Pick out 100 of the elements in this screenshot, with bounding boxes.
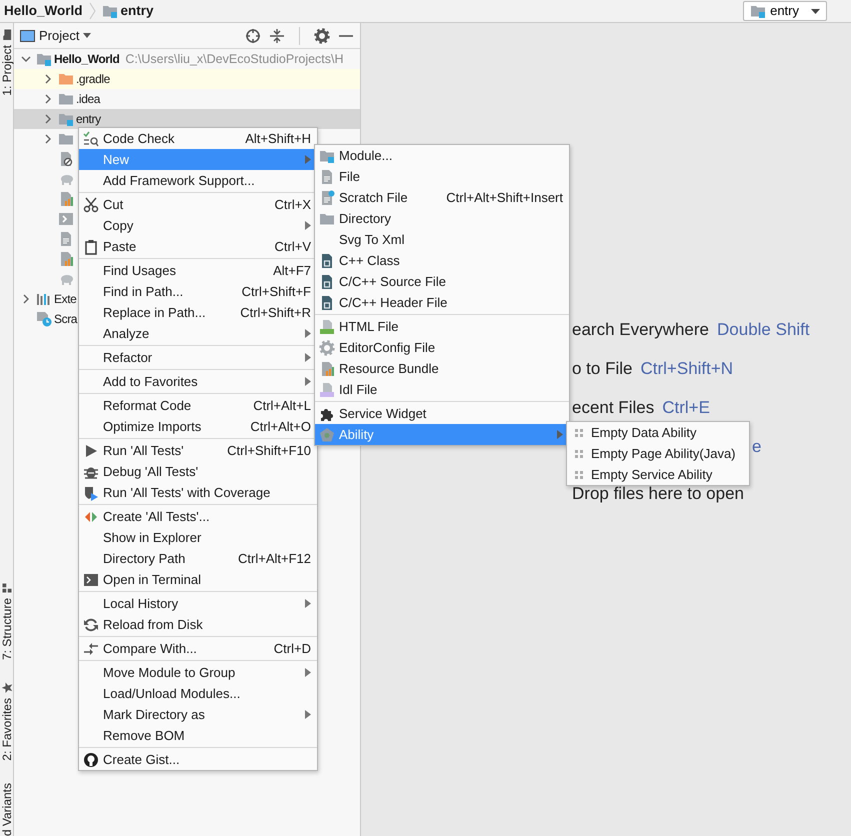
module-folder-icon: [102, 3, 118, 19]
menu-item[interactable]: EditorConfig File: [315, 337, 569, 358]
menu-item[interactable]: Debug 'All Tests': [79, 461, 317, 482]
menu-item[interactable]: Optimize Imports Ctrl+Alt+O: [79, 416, 317, 437]
gear-icon: [319, 340, 335, 356]
project-path: C:\Users\liu_x\DevEcoStudioProjects\H: [125, 50, 344, 68]
menu-item[interactable]: Paste Ctrl+V: [79, 236, 317, 257]
menu-item[interactable]: Scratch File Ctrl+Alt+Shift+Insert: [315, 187, 569, 208]
tree-row-highlight[interactable]: .gradle: [14, 69, 360, 89]
clipboard-icon: [83, 238, 99, 254]
play-icon: [83, 442, 99, 458]
tool-window-tab[interactable]: 1: Project: [0, 29, 16, 96]
bars-icon: [36, 291, 52, 307]
crosshair-icon[interactable]: [245, 28, 261, 44]
shortcut-hint: Double Shift: [717, 320, 810, 340]
menu-item[interactable]: Show in Explorer: [79, 527, 317, 548]
menu-item[interactable]: C/C++ Source File: [315, 271, 569, 292]
shortcut-hint: e: [752, 437, 762, 458]
menu-item[interactable]: Run 'All Tests' Ctrl+Shift+F10: [79, 440, 317, 461]
menu-item[interactable]: Idl File: [315, 379, 569, 400]
pentagon-icon: [319, 426, 335, 442]
shortcut-hint: Ctrl+E: [662, 398, 710, 418]
round-logo-icon: [83, 752, 99, 768]
chart-file-icon: [319, 360, 335, 376]
menu-item[interactable]: Analyze: [79, 323, 317, 344]
menu-item[interactable]: Reformat Code Ctrl+Alt+L: [79, 395, 317, 416]
clock-file-icon: [36, 311, 52, 327]
menu-item[interactable]: Open in Terminal: [79, 569, 317, 590]
idl-file-icon: [319, 382, 335, 398]
menu-item[interactable]: Empty Data Ability: [567, 422, 749, 443]
menu-item[interactable]: Module...: [315, 145, 569, 166]
menu-item[interactable]: Code Check Alt+Shift+H: [79, 128, 317, 149]
shortcut-text: Ctrl+Shift+F: [242, 282, 311, 301]
menu-item[interactable]: Empty Page Ability(Java): [567, 443, 749, 464]
menu-item[interactable]: Mark Directory as: [79, 704, 317, 725]
check-search-icon: [83, 130, 99, 146]
collapse-icon[interactable]: [269, 28, 285, 44]
tree-item-label[interactable]: .gradle: [76, 70, 110, 88]
hint-text: earch Everywhere: [572, 320, 710, 340]
menu-item[interactable]: Create 'All Tests'...: [79, 506, 317, 527]
menu-item[interactable]: Run 'All Tests' with Coverage: [79, 482, 317, 503]
file-icon: [319, 168, 335, 184]
menu-item[interactable]: File: [315, 166, 569, 187]
menu-item[interactable]: Directory: [315, 208, 569, 229]
menu-item[interactable]: HTML File: [315, 316, 569, 337]
module-folder-icon: [36, 51, 52, 67]
html-file-icon: [319, 318, 335, 334]
caret-icon: [83, 33, 92, 38]
menu-item[interactable]: C/C++ Header File: [315, 292, 569, 313]
menu-item[interactable]: Find in Path... Ctrl+Shift+F: [79, 281, 317, 302]
menu-item[interactable]: C++ Class: [315, 250, 569, 271]
module-folder-icon: [58, 111, 74, 127]
code-file-icon: [319, 294, 335, 310]
settings-icon[interactable]: [314, 28, 330, 44]
menu-item[interactable]: Refactor: [79, 347, 317, 368]
menu-item[interactable]: Svg To Xml: [315, 229, 569, 250]
hint-text: o to File: [572, 359, 632, 380]
menu-item[interactable]: Copy: [79, 215, 317, 236]
tree-item-label[interactable]: entry: [76, 110, 101, 128]
shortcut-text: Ctrl+D: [274, 640, 311, 658]
clock-file-icon: [319, 190, 335, 206]
menu-item[interactable]: Resource Bundle: [315, 358, 569, 379]
tool-window-tab[interactable]: 2: Favorites: [0, 682, 16, 761]
code-file-icon: [319, 274, 335, 290]
menu-item[interactable]: Service Widget: [315, 403, 569, 424]
tree-item-label[interactable]: Hello_World: [54, 50, 120, 68]
shortcut-text: Ctrl+Alt+Shift+Insert: [446, 188, 563, 207]
breadcrumb-link[interactable]: Hello_World: [4, 0, 83, 22]
menu-item[interactable]: Find Usages Alt+F7: [79, 260, 317, 281]
run-config-dropdown[interactable]: entry: [743, 1, 827, 21]
folder-icon: [58, 71, 74, 87]
reload-icon: [83, 616, 99, 632]
shortcut-text: Ctrl+Alt+F12: [238, 550, 311, 568]
menu-item[interactable]: Replace in Path... Ctrl+Shift+R: [79, 302, 317, 323]
menu-item[interactable]: Load/Unload Modules...: [79, 683, 317, 704]
tool-window-tab[interactable]: 7: Structure: [0, 582, 16, 660]
breadcrumb-link[interactable]: entry: [120, 0, 154, 22]
menu-item[interactable]: Move Module to Group: [79, 662, 317, 683]
tool-window-tab[interactable]: d Variants: [0, 782, 16, 836]
menu-item[interactable]: Create Gist...: [79, 749, 317, 770]
tree-item-label[interactable]: .idea: [76, 90, 100, 108]
shortcut-text: Ctrl+X: [274, 196, 311, 214]
star-icon: [0, 682, 12, 694]
menu-item[interactable]: Add to Favorites: [79, 371, 317, 392]
menu-item[interactable]: Cut Ctrl+X: [79, 194, 317, 215]
shortcut-text: Ctrl+Shift+F10: [227, 442, 311, 460]
tree-item-label[interactable]: Exte: [54, 290, 76, 308]
view-selector[interactable]: Project: [20, 26, 92, 46]
menu-item[interactable]: Reload from Disk: [79, 614, 317, 635]
menu-item[interactable]: Remove BOM: [79, 725, 317, 746]
menu-item[interactable]: Add Framework Support...: [79, 170, 317, 191]
module-folder-icon: [750, 3, 766, 19]
menu-item[interactable]: Local History: [79, 593, 317, 614]
hint-text: Drop files here to open: [572, 484, 744, 504]
tree-row-highlight[interactable]: entry: [14, 109, 360, 129]
menu-item[interactable]: Empty Service Ability: [567, 464, 749, 485]
menu-item[interactable]: Compare With... Ctrl+D: [79, 638, 317, 659]
tree-item-label[interactable]: Scra: [54, 310, 78, 328]
shortcut-text: Alt+F7: [273, 262, 311, 280]
menu-item[interactable]: Directory Path Ctrl+Alt+F12: [79, 548, 317, 569]
